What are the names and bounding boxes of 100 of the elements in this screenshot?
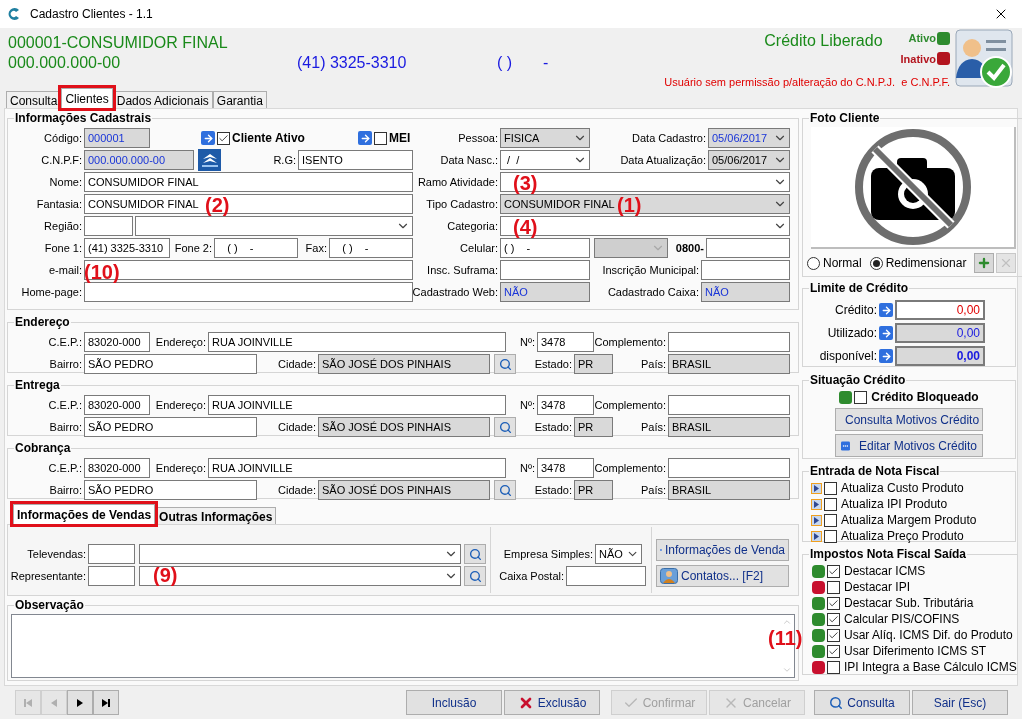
checkbox[interactable] <box>824 481 837 495</box>
checkbox[interactable] <box>827 660 840 674</box>
text-field[interactable]: PR <box>574 417 613 437</box>
text-field[interactable]: PR <box>574 480 613 500</box>
checkbox[interactable] <box>827 596 840 610</box>
text-field[interactable]: PR <box>574 354 613 374</box>
dropdown-field[interactable] <box>139 566 461 586</box>
text-field[interactable]: 000.000.000-00 <box>84 150 194 170</box>
checkbox[interactable] <box>827 644 840 658</box>
text-field[interactable]: 3478 <box>537 458 594 478</box>
expand-icon[interactable] <box>811 482 822 494</box>
text-field[interactable]: 83020-000 <box>84 332 150 352</box>
arrow-right-icon[interactable] <box>879 349 893 363</box>
text-field[interactable]: SÃO JOSÉ DOS PINHAIS <box>318 354 490 374</box>
text-field[interactable]: SÃO PEDRO <box>84 480 257 500</box>
checkbox[interactable] <box>854 390 868 404</box>
text-field[interactable] <box>566 566 646 586</box>
text-field[interactable]: ISENTO <box>298 150 413 170</box>
dropdown-field[interactable] <box>139 544 461 564</box>
dropdown-field[interactable]: FISICA <box>500 128 590 148</box>
sales-button[interactable]: Contatos... [F2] <box>656 565 789 587</box>
text-field[interactable]: NÃO <box>701 282 790 302</box>
radio-button[interactable] <box>807 256 820 270</box>
action-button[interactable]: Inclusão <box>406 690 502 715</box>
dropdown-field[interactable] <box>500 172 790 192</box>
checkbox[interactable] <box>827 564 840 578</box>
expand-icon[interactable] <box>811 514 822 526</box>
text-field[interactable]: BRASIL <box>668 417 790 437</box>
amount-field[interactable]: 0,00 <box>895 323 985 343</box>
expand-icon[interactable] <box>811 498 822 510</box>
text-field[interactable] <box>84 282 413 302</box>
text-field[interactable]: RUA JOINVILLE <box>208 458 506 478</box>
expand-icon[interactable] <box>811 530 822 542</box>
text-field[interactable]: NÃO <box>500 282 590 302</box>
text-field[interactable]: 83020-000 <box>84 458 150 478</box>
arrow-right-icon[interactable] <box>358 131 372 145</box>
amount-field[interactable]: 0,00 <box>895 300 985 320</box>
add-photo-button[interactable] <box>974 253 995 273</box>
search-button[interactable] <box>494 417 516 437</box>
search-button[interactable] <box>494 354 516 374</box>
text-field[interactable]: ( ) - <box>329 238 413 258</box>
dropdown-field[interactable] <box>135 216 413 236</box>
action-button[interactable]: Consulta <box>814 690 910 715</box>
search-button[interactable] <box>464 544 486 564</box>
amount-field[interactable]: 0,00 <box>895 346 985 366</box>
checkbox[interactable] <box>824 513 837 527</box>
text-field[interactable]: BRASIL <box>668 354 790 374</box>
text-field[interactable]: BRASIL <box>668 480 790 500</box>
search-button[interactable] <box>464 566 486 586</box>
text-field[interactable]: RUA JOINVILLE <box>208 332 506 352</box>
text-field[interactable] <box>500 260 590 280</box>
tab[interactable]: Outras Informações <box>155 507 277 524</box>
sales-button[interactable]: Informações de Venda <box>656 539 789 561</box>
text-field[interactable]: SÃO PEDRO <box>84 354 257 374</box>
action-button[interactable]: Exclusão <box>504 690 600 715</box>
text-field[interactable] <box>668 458 790 478</box>
text-field[interactable]: SÃO JOSÉ DOS PINHAIS <box>318 480 490 500</box>
arrow-right-icon[interactable] <box>879 303 893 317</box>
record-nav-button[interactable] <box>93 690 119 715</box>
tab[interactable]: Clientes <box>61 88 113 108</box>
arrow-right-icon[interactable] <box>879 326 893 340</box>
checkbox[interactable] <box>827 580 840 594</box>
text-field[interactable] <box>88 566 135 586</box>
action-button[interactable]: Sair (Esc) <box>912 690 1008 715</box>
text-field[interactable]: 3478 <box>537 395 594 415</box>
text-field[interactable]: SÃO PEDRO <box>84 417 257 437</box>
radio-button[interactable] <box>869 256 883 270</box>
text-field[interactable] <box>668 395 790 415</box>
credit-reason-button[interactable]: Editar Motivos Crédito <box>835 434 983 457</box>
dropdown-field[interactable]: NÃO <box>595 544 642 564</box>
text-field[interactable]: CONSUMIDOR FINAL <box>84 172 413 192</box>
checkbox[interactable] <box>827 612 840 626</box>
dropdown-field[interactable] <box>500 216 790 236</box>
text-field[interactable] <box>706 238 790 258</box>
text-field[interactable]: (41) 3325-3310 <box>84 238 170 258</box>
text-field[interactable]: SÃO JOSÉ DOS PINHAIS <box>318 417 490 437</box>
dropdown-field[interactable]: 05/06/2017 <box>708 150 790 170</box>
text-field[interactable]: ( ) - <box>500 238 590 258</box>
text-field[interactable]: 3478 <box>537 332 594 352</box>
arrow-right-icon[interactable] <box>201 131 215 145</box>
tab[interactable]: Informações de Vendas <box>13 504 156 524</box>
text-field[interactable]: 83020-000 <box>84 395 150 415</box>
text-field[interactable] <box>84 216 133 236</box>
text-field[interactable]: 000001 <box>84 128 150 148</box>
tab[interactable]: Garantia <box>212 91 267 108</box>
checkbox[interactable] <box>824 529 837 543</box>
record-nav-button[interactable] <box>67 690 93 715</box>
credit-reason-button[interactable]: Consulta Motivos Crédito <box>835 408 983 431</box>
text-field[interactable] <box>701 260 790 280</box>
text-field[interactable] <box>668 332 790 352</box>
checkbox[interactable] <box>827 628 840 642</box>
dropdown-field[interactable]: / / <box>500 150 590 170</box>
dropdown-field[interactable]: 05/06/2017 <box>708 128 790 148</box>
text-field[interactable]: ( ) - <box>214 238 298 258</box>
text-field[interactable] <box>88 544 135 564</box>
verify-document-button[interactable] <box>198 149 221 171</box>
checkbox[interactable] <box>374 131 387 145</box>
search-button[interactable] <box>494 480 516 500</box>
checkbox[interactable] <box>824 497 837 511</box>
text-field[interactable]: RUA JOINVILLE <box>208 395 506 415</box>
